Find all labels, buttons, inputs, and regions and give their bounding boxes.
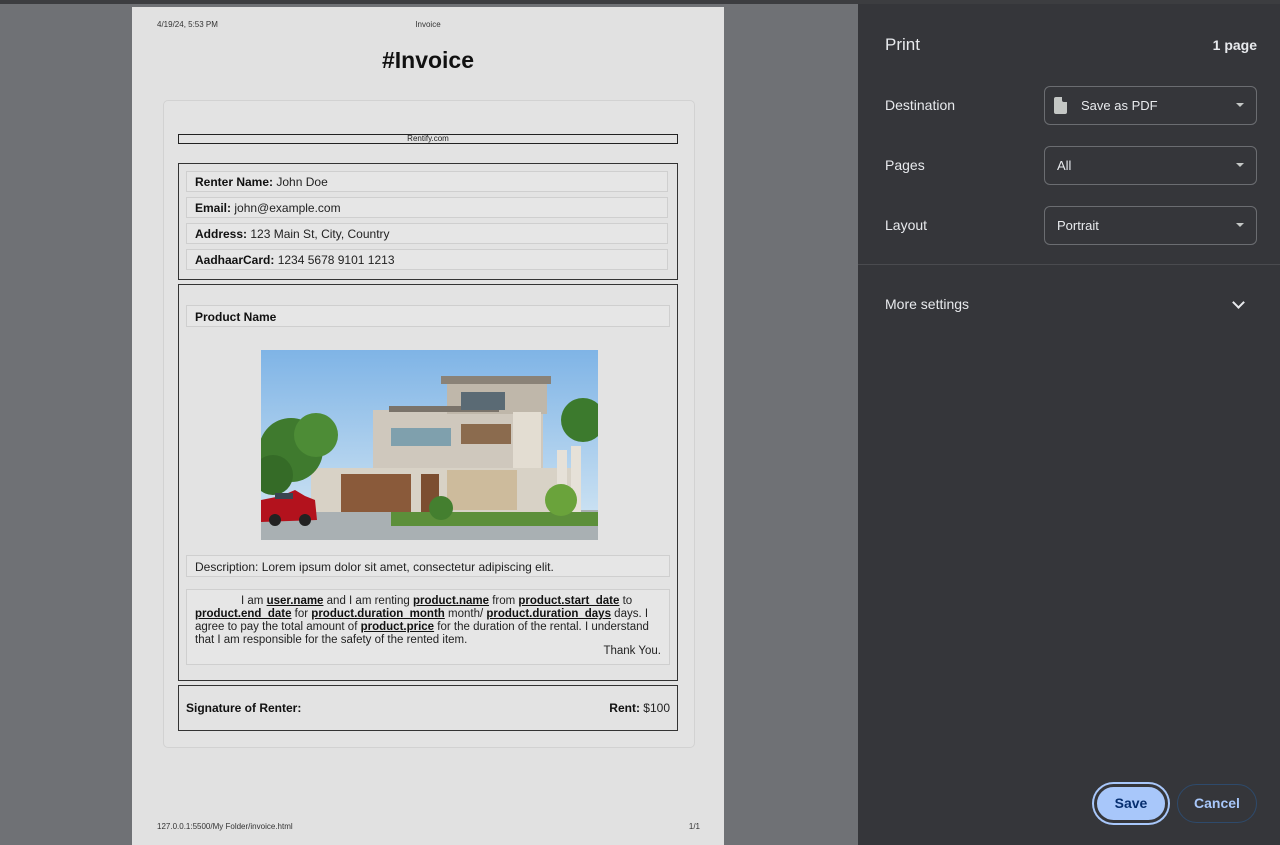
renter-details: Renter Name: John Doe Email: john@exampl…	[178, 163, 678, 280]
page-footer-number: 1/1	[688, 822, 700, 831]
address-row: Address: 123 Main St, City, Country	[186, 223, 668, 244]
save-button[interactable]: Save	[1094, 784, 1168, 823]
invoice-title: #Invoice	[381, 47, 475, 73]
duration-month-link: product.duration_month	[311, 608, 445, 620]
chevron-down-icon[interactable]	[1232, 296, 1245, 309]
price-link: product.price	[360, 621, 435, 633]
agreement-text: from	[489, 595, 519, 607]
renter-name-label: Renter Name:	[195, 175, 274, 189]
cancel-button[interactable]: Cancel	[1177, 784, 1257, 823]
end-date-link: product.end_date	[195, 608, 292, 620]
agreement-text: and I am renting	[323, 595, 413, 607]
email-value: john@example.com	[234, 201, 341, 215]
pages-select[interactable]: All	[1044, 146, 1257, 185]
signature-section: Signature of Renter: Rent: $100	[178, 685, 678, 731]
signature-label: Signature of Renter:	[186, 701, 302, 715]
brand-banner: Rentify.com	[178, 134, 678, 144]
product-name-label: Product Name	[186, 305, 670, 327]
aadhaar-row: AadhaarCard: 1234 5678 9101 1213	[186, 249, 668, 270]
agreement-text: month/	[444, 608, 487, 620]
aadhaar-value: 1234 5678 9101 1213	[277, 253, 395, 267]
page-footer-url: 127.0.0.1:5500/My Folder/invoice.html	[157, 822, 293, 831]
print-preview-page: 4/19/24, 5:53 PM Invoice #Invoice Rentif…	[132, 7, 724, 845]
duration-days-link: product.duration_days	[486, 608, 611, 620]
caret-down-icon	[1236, 223, 1244, 227]
rent-value: $100	[643, 701, 670, 715]
caret-down-icon	[1236, 103, 1244, 107]
pages-value: All	[1057, 158, 1072, 173]
address-label: Address:	[195, 227, 248, 241]
agreement-text: for	[291, 608, 312, 620]
page-count: 1 page	[1212, 37, 1257, 53]
layout-select[interactable]: Portrait	[1044, 206, 1257, 245]
agreement-text: I am	[241, 595, 267, 607]
destination-value: Save as PDF	[1081, 98, 1158, 113]
renter-name-value: John Doe	[276, 175, 328, 189]
agreement-text: to	[619, 595, 633, 607]
document-icon	[1054, 97, 1067, 114]
product-details: Product Name Description: Lorem ipsum do…	[178, 284, 678, 681]
start-date-link: product.start_date	[518, 595, 620, 607]
caret-down-icon	[1236, 163, 1244, 167]
page-header-title: Invoice	[415, 20, 441, 29]
rental-agreement: I am user.name and I am renting product.…	[186, 589, 670, 665]
layout-label: Layout	[885, 217, 928, 233]
rent-label: Rent:	[609, 701, 640, 715]
destination-select[interactable]: Save as PDF	[1044, 86, 1257, 125]
email-row: Email: john@example.com	[186, 197, 668, 218]
renter-name-row: Renter Name: John Doe	[186, 171, 668, 192]
print-title: Print	[885, 35, 920, 54]
address-value: 123 Main St, City, Country	[250, 227, 390, 241]
product-image	[261, 350, 598, 540]
print-settings-panel: Print 1 page Destination Save as PDF Pag…	[858, 4, 1280, 845]
pages-label: Pages	[885, 157, 925, 173]
email-label: Email:	[195, 201, 232, 215]
user-name-link: user.name	[266, 595, 324, 607]
destination-label: Destination	[885, 97, 956, 113]
divider	[858, 264, 1280, 265]
aadhaar-label: AadhaarCard:	[195, 253, 275, 267]
more-settings-toggle[interactable]: More settings	[885, 296, 969, 312]
thank-you-text: Thank You.	[603, 645, 661, 657]
product-name-link: product.name	[412, 595, 490, 607]
product-description: Description: Lorem ipsum dolor sit amet,…	[186, 555, 670, 577]
rent-amount: Rent: $100	[609, 701, 670, 715]
layout-value: Portrait	[1057, 218, 1099, 233]
